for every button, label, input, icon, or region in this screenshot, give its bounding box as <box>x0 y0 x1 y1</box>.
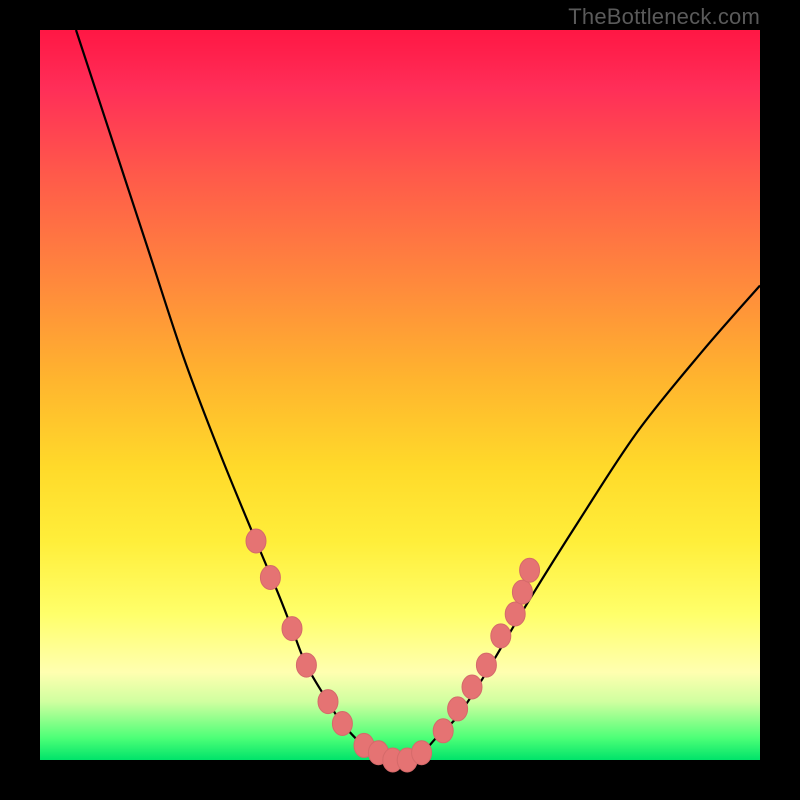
curve-group <box>76 30 760 760</box>
plot-area <box>40 30 760 760</box>
left-marker-6 <box>332 712 352 736</box>
left-marker-5 <box>318 690 338 714</box>
right-marker-8 <box>520 558 540 582</box>
bottom-marker-5 <box>412 741 432 765</box>
right-marker-6 <box>505 602 525 626</box>
right-marker-1 <box>433 719 453 743</box>
left-marker-4 <box>296 653 316 677</box>
right-marker-2 <box>448 697 468 721</box>
right-marker-4 <box>476 653 496 677</box>
right-marker-3 <box>462 675 482 699</box>
left-marker-3 <box>282 617 302 641</box>
right-marker-7 <box>512 580 532 604</box>
bottleneck-curve <box>76 30 760 760</box>
left-marker-1 <box>246 529 266 553</box>
marker-group <box>246 529 540 772</box>
watermark-text: TheBottleneck.com <box>568 4 760 30</box>
bottleneck-curve-svg <box>40 30 760 760</box>
left-marker-2 <box>260 566 280 590</box>
right-marker-5 <box>491 624 511 648</box>
chart-frame: TheBottleneck.com <box>0 0 800 800</box>
